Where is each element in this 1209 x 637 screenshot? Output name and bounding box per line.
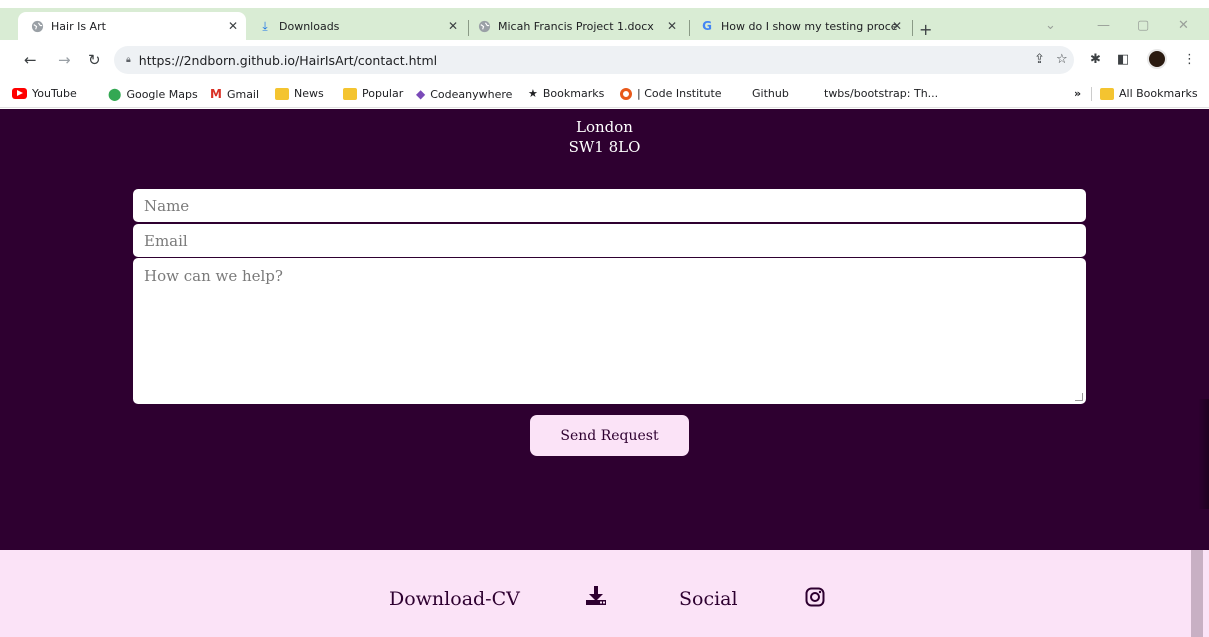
bookmark-code-institute[interactable]: | Code Institute bbox=[620, 87, 722, 100]
tab-how-do-i-show-testing[interactable]: G How do I show my testing proce ✕ bbox=[696, 12, 910, 40]
tab-downloads[interactable]: ⤓ Downloads ✕ bbox=[252, 12, 466, 40]
bookmark-youtube[interactable]: YouTube bbox=[12, 87, 77, 100]
close-tab-icon[interactable]: ✕ bbox=[448, 19, 458, 33]
bookmark-label: Popular bbox=[362, 87, 404, 100]
address-bar[interactable]: 🔒︎ https://2ndborn.github.io/HairIsArt/c… bbox=[114, 46, 1074, 74]
bookmark-bookmarks[interactable]: ★ Bookmarks bbox=[528, 87, 604, 100]
new-tab-icon[interactable]: + bbox=[919, 20, 932, 39]
bookmark-github[interactable]: Github bbox=[752, 87, 789, 100]
bookmarks-bar: YouTube ⬤ Google Maps M Gmail News Popul… bbox=[0, 80, 1209, 108]
address-city: London bbox=[576, 118, 633, 136]
profile-avatar[interactable] bbox=[1147, 49, 1167, 69]
overflow-chevron-icon: » bbox=[1074, 87, 1082, 100]
tab-title: Micah Francis Project 1.docx bbox=[498, 19, 654, 33]
menu-icon[interactable]: ⋮ bbox=[1183, 52, 1196, 67]
tab-hair-is-art[interactable]: Hair Is Art ✕ bbox=[18, 12, 246, 40]
gmail-icon: M bbox=[210, 87, 222, 101]
message-textarea[interactable] bbox=[133, 258, 1086, 404]
bookmark-news[interactable]: News bbox=[275, 87, 324, 100]
close-tab-icon[interactable]: ✕ bbox=[892, 19, 902, 33]
globe-icon bbox=[30, 19, 44, 33]
send-request-button[interactable]: Send Request bbox=[530, 415, 689, 456]
close-tab-icon[interactable]: ✕ bbox=[667, 19, 677, 33]
share-icon[interactable]: ⇪ bbox=[1034, 52, 1045, 67]
address-toolbar: ← → ↻ 🔒︎ https://2ndborn.github.io/HairI… bbox=[0, 40, 1209, 80]
bookmark-label: | Code Institute bbox=[637, 87, 722, 100]
bookmark-codeanywhere[interactable]: ◆ Codeanywhere bbox=[416, 87, 512, 101]
tab-separator bbox=[912, 20, 913, 36]
bookmark-star-icon[interactable]: ☆ bbox=[1056, 52, 1068, 67]
minimize-icon[interactable]: — bbox=[1097, 18, 1110, 33]
cube-icon: ◆ bbox=[416, 87, 426, 101]
bookmark-label: News bbox=[294, 87, 324, 100]
folder-icon bbox=[343, 87, 357, 100]
tab-micah-francis-project[interactable]: Micah Francis Project 1.docx ✕ bbox=[473, 12, 685, 40]
email-input[interactable] bbox=[133, 224, 1086, 257]
bookmark-label: Github bbox=[752, 87, 789, 100]
bookmark-label: Codeanywhere bbox=[430, 87, 513, 101]
bookmark-label: Gmail bbox=[226, 87, 260, 101]
tab-search-chevron-icon[interactable]: ⌄ bbox=[1045, 18, 1056, 33]
maximize-icon[interactable]: ▢ bbox=[1137, 18, 1149, 33]
globe-icon bbox=[477, 19, 491, 33]
download-icon: ⤓ bbox=[262, 18, 268, 33]
bookmark-gmail[interactable]: M Gmail bbox=[210, 87, 259, 101]
bookmark-label: twbs/bootstrap: Th... bbox=[824, 87, 939, 100]
page-content: London SW1 8LO Send Request Download-CV … bbox=[0, 109, 1209, 637]
instagram-icon[interactable] bbox=[805, 587, 825, 611]
tab-title: Hair Is Art bbox=[51, 19, 106, 33]
tab-title: Downloads bbox=[279, 19, 340, 33]
download-cv-link[interactable]: Download-CV bbox=[389, 588, 520, 610]
close-window-icon[interactable]: ✕ bbox=[1178, 18, 1189, 33]
bookmark-google-maps[interactable]: ⬤ Google Maps bbox=[108, 87, 198, 101]
code-institute-icon bbox=[620, 87, 632, 100]
url-text: https://2ndborn.github.io/HairIsArt/cont… bbox=[138, 52, 438, 68]
bookmark-label: Bookmarks bbox=[542, 87, 605, 100]
back-icon[interactable]: ← bbox=[24, 51, 37, 69]
bookmarks-overflow-button[interactable]: » bbox=[1074, 87, 1081, 100]
google-icon: G bbox=[702, 19, 712, 33]
name-input[interactable] bbox=[133, 189, 1086, 222]
footer: Download-CV Social bbox=[0, 550, 1209, 637]
youtube-icon bbox=[12, 88, 27, 99]
extensions-icon[interactable]: ✱ bbox=[1090, 52, 1101, 67]
address-postcode: SW1 8LO bbox=[568, 138, 641, 156]
forward-icon[interactable]: → bbox=[58, 51, 71, 69]
side-panel-icon[interactable]: ◧ bbox=[1117, 52, 1129, 67]
maps-icon: ⬤ bbox=[108, 87, 122, 101]
bookmark-all-bookmarks[interactable]: All Bookmarks bbox=[1100, 87, 1198, 100]
folder-icon bbox=[275, 87, 289, 100]
download-icon[interactable] bbox=[585, 586, 607, 610]
bookmark-label: YouTube bbox=[32, 87, 77, 100]
folder-icon bbox=[1100, 87, 1114, 100]
tab-separator bbox=[689, 20, 690, 36]
bookmark-label: Google Maps bbox=[126, 87, 198, 101]
textarea-resize-handle[interactable] bbox=[1075, 393, 1083, 401]
tab-title: How do I show my testing proce bbox=[721, 19, 898, 33]
bookmark-twbs-bootstrap[interactable]: twbs/bootstrap: Th... bbox=[824, 87, 938, 100]
contact-address: London SW1 8LO bbox=[0, 117, 1209, 157]
lock-icon: 🔒︎ bbox=[126, 55, 131, 65]
tab-separator bbox=[468, 20, 469, 36]
reload-icon[interactable]: ↻ bbox=[88, 51, 101, 69]
page-scrollbar[interactable] bbox=[1191, 550, 1203, 637]
social-label: Social bbox=[679, 588, 738, 610]
scroll-shadow bbox=[1198, 399, 1209, 509]
tab-strip: Hair Is Art ✕ ⤓ Downloads ✕ Micah Franci… bbox=[0, 8, 1209, 40]
close-tab-icon[interactable]: ✕ bbox=[228, 19, 238, 33]
bookmark-popular[interactable]: Popular bbox=[343, 87, 403, 100]
bookmarks-divider bbox=[1091, 87, 1092, 101]
bookmark-label: All Bookmarks bbox=[1119, 87, 1198, 100]
star-icon: ★ bbox=[528, 87, 538, 100]
